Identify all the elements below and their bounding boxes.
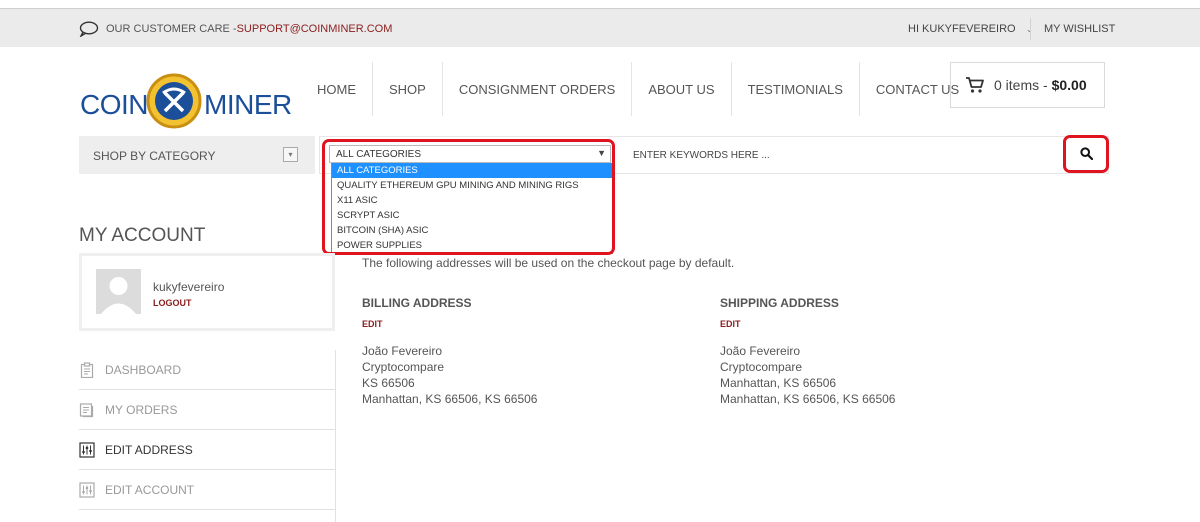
cart-button[interactable]: 0 items - $0.00 (950, 62, 1105, 108)
address-line: KS 66506 (362, 376, 415, 390)
address-line: Cryptocompare (720, 360, 803, 374)
logo-word-coin: COIN (80, 89, 149, 120)
address-line: Cryptocompare (362, 360, 445, 374)
support-email-link[interactable]: SUPPORT@COINMINER.COM (237, 23, 393, 35)
billing-address-section: BILLING ADDRESS EDIT João Fevereiro Cryp… (362, 296, 682, 407)
user-card: kukyfevereiro LOGOUT (79, 253, 335, 331)
address-line: João Fevereiro (720, 344, 801, 358)
sliders-icon (79, 481, 95, 498)
address-line: João Fevereiro (362, 344, 443, 358)
addresses-intro-text: The following addresses will be used on … (362, 256, 735, 270)
category-dropdown-list: ALL CATEGORIES QUALITY ETHEREUM GPU MINI… (331, 163, 613, 254)
sidebar-item-edit-address[interactable]: EDIT ADDRESS (79, 430, 335, 470)
sidebar-item-label: MY ORDERS (105, 402, 178, 417)
clipboard-icon (80, 361, 94, 378)
address-line: Manhattan, KS 66506, KS 66506 (362, 392, 538, 406)
shop-by-category-label: SHOP BY CATEGORY (93, 149, 216, 163)
category-option[interactable]: SCRYPT ASIC (332, 208, 612, 223)
username: kukyfevereiro (153, 280, 225, 294)
shopping-cart-icon (966, 77, 984, 93)
orders-icon (79, 402, 94, 417)
chevron-down-icon[interactable]: ▾ (283, 147, 298, 162)
category-option[interactable]: BITCOIN (SHA) ASIC (332, 223, 612, 238)
sidebar-item-label: EDIT ACCOUNT (105, 482, 195, 497)
address-line: Manhattan, KS 66506, KS 66506 (720, 392, 896, 406)
account-sidebar: DASHBOARD MY ORDERS EDIT ADDRESS EDIT AC… (79, 350, 335, 510)
nav-home[interactable]: HOME (301, 62, 373, 116)
category-option[interactable]: X11 ASIC (332, 193, 612, 208)
avatar (96, 269, 141, 314)
dropdown-arrow-icon: ▼ (597, 148, 606, 158)
keyword-search-input[interactable]: ENTER KEYWORDS HERE ... (633, 150, 770, 161)
coin-pickaxe-icon (146, 73, 202, 129)
shipping-address-section: SHIPPING ADDRESS EDIT João Fevereiro Cry… (720, 296, 1040, 407)
sliders-icon (79, 441, 95, 458)
edit-shipping-address-link[interactable]: EDIT (720, 319, 1040, 329)
sidebar-item-label: EDIT ADDRESS (105, 442, 193, 457)
category-select[interactable]: ALL CATEGORIES ▼ (329, 145, 611, 163)
cart-total: $0.00 (1051, 77, 1087, 93)
cart-separator: - (1039, 77, 1052, 93)
shop-by-category-bar[interactable]: SHOP BY CATEGORY ▾ (79, 136, 315, 174)
edit-billing-address-link[interactable]: EDIT (362, 319, 682, 329)
nav-testimonials[interactable]: TESTIMONIALS (732, 62, 860, 116)
sidebar-item-my-orders[interactable]: MY ORDERS (79, 390, 335, 430)
search-icon (1080, 147, 1093, 160)
chat-bubble-icon (79, 21, 99, 37)
top-bar: OUR CUSTOMER CARE - SUPPORT@COINMINER.CO… (0, 9, 1200, 47)
shipping-address-title: SHIPPING ADDRESS (720, 296, 839, 310)
browser-frame-edge (0, 0, 1200, 9)
user-menu[interactable]: HI KUKYFEVEREIRO ⌄ (908, 23, 1033, 35)
topbar-divider (1030, 18, 1031, 40)
user-greeting: HI KUKYFEVEREIRO (908, 23, 1016, 35)
content-divider (335, 350, 336, 522)
cart-item-count: 0 items (994, 77, 1040, 93)
customer-care-label: OUR CUSTOMER CARE - (106, 23, 237, 35)
sidebar-item-edit-account[interactable]: EDIT ACCOUNT (79, 470, 335, 510)
main-nav: HOME SHOP CONSIGNMENT ORDERS ABOUT US TE… (301, 62, 975, 116)
category-select-value: ALL CATEGORIES (336, 149, 422, 160)
search-button[interactable] (1066, 137, 1108, 172)
logo-word-miner: MINER (204, 89, 292, 120)
default-avatar-icon (96, 269, 141, 314)
nav-about-us[interactable]: ABOUT US (632, 62, 732, 116)
customer-care: OUR CUSTOMER CARE - SUPPORT@COINMINER.CO… (79, 21, 392, 37)
wishlist-link[interactable]: MY WISHLIST (1044, 23, 1115, 35)
logout-link[interactable]: LOGOUT (153, 298, 192, 308)
site-logo[interactable]: COIN MINER (80, 69, 292, 129)
page-title: MY ACCOUNT (79, 225, 206, 246)
category-option[interactable]: ALL CATEGORIES (332, 163, 612, 178)
sidebar-item-label: DASHBOARD (105, 362, 182, 377)
category-option[interactable]: QUALITY ETHEREUM GPU MINING AND MINING R… (332, 178, 612, 193)
category-option[interactable]: POWER SUPPLIES (332, 238, 612, 253)
nav-consignment-orders[interactable]: CONSIGNMENT ORDERS (443, 62, 633, 116)
billing-address-title: BILLING ADDRESS (362, 296, 472, 310)
address-line: Manhattan, KS 66506 (720, 376, 837, 390)
sidebar-item-dashboard[interactable]: DASHBOARD (79, 350, 335, 390)
nav-shop[interactable]: SHOP (373, 62, 443, 116)
